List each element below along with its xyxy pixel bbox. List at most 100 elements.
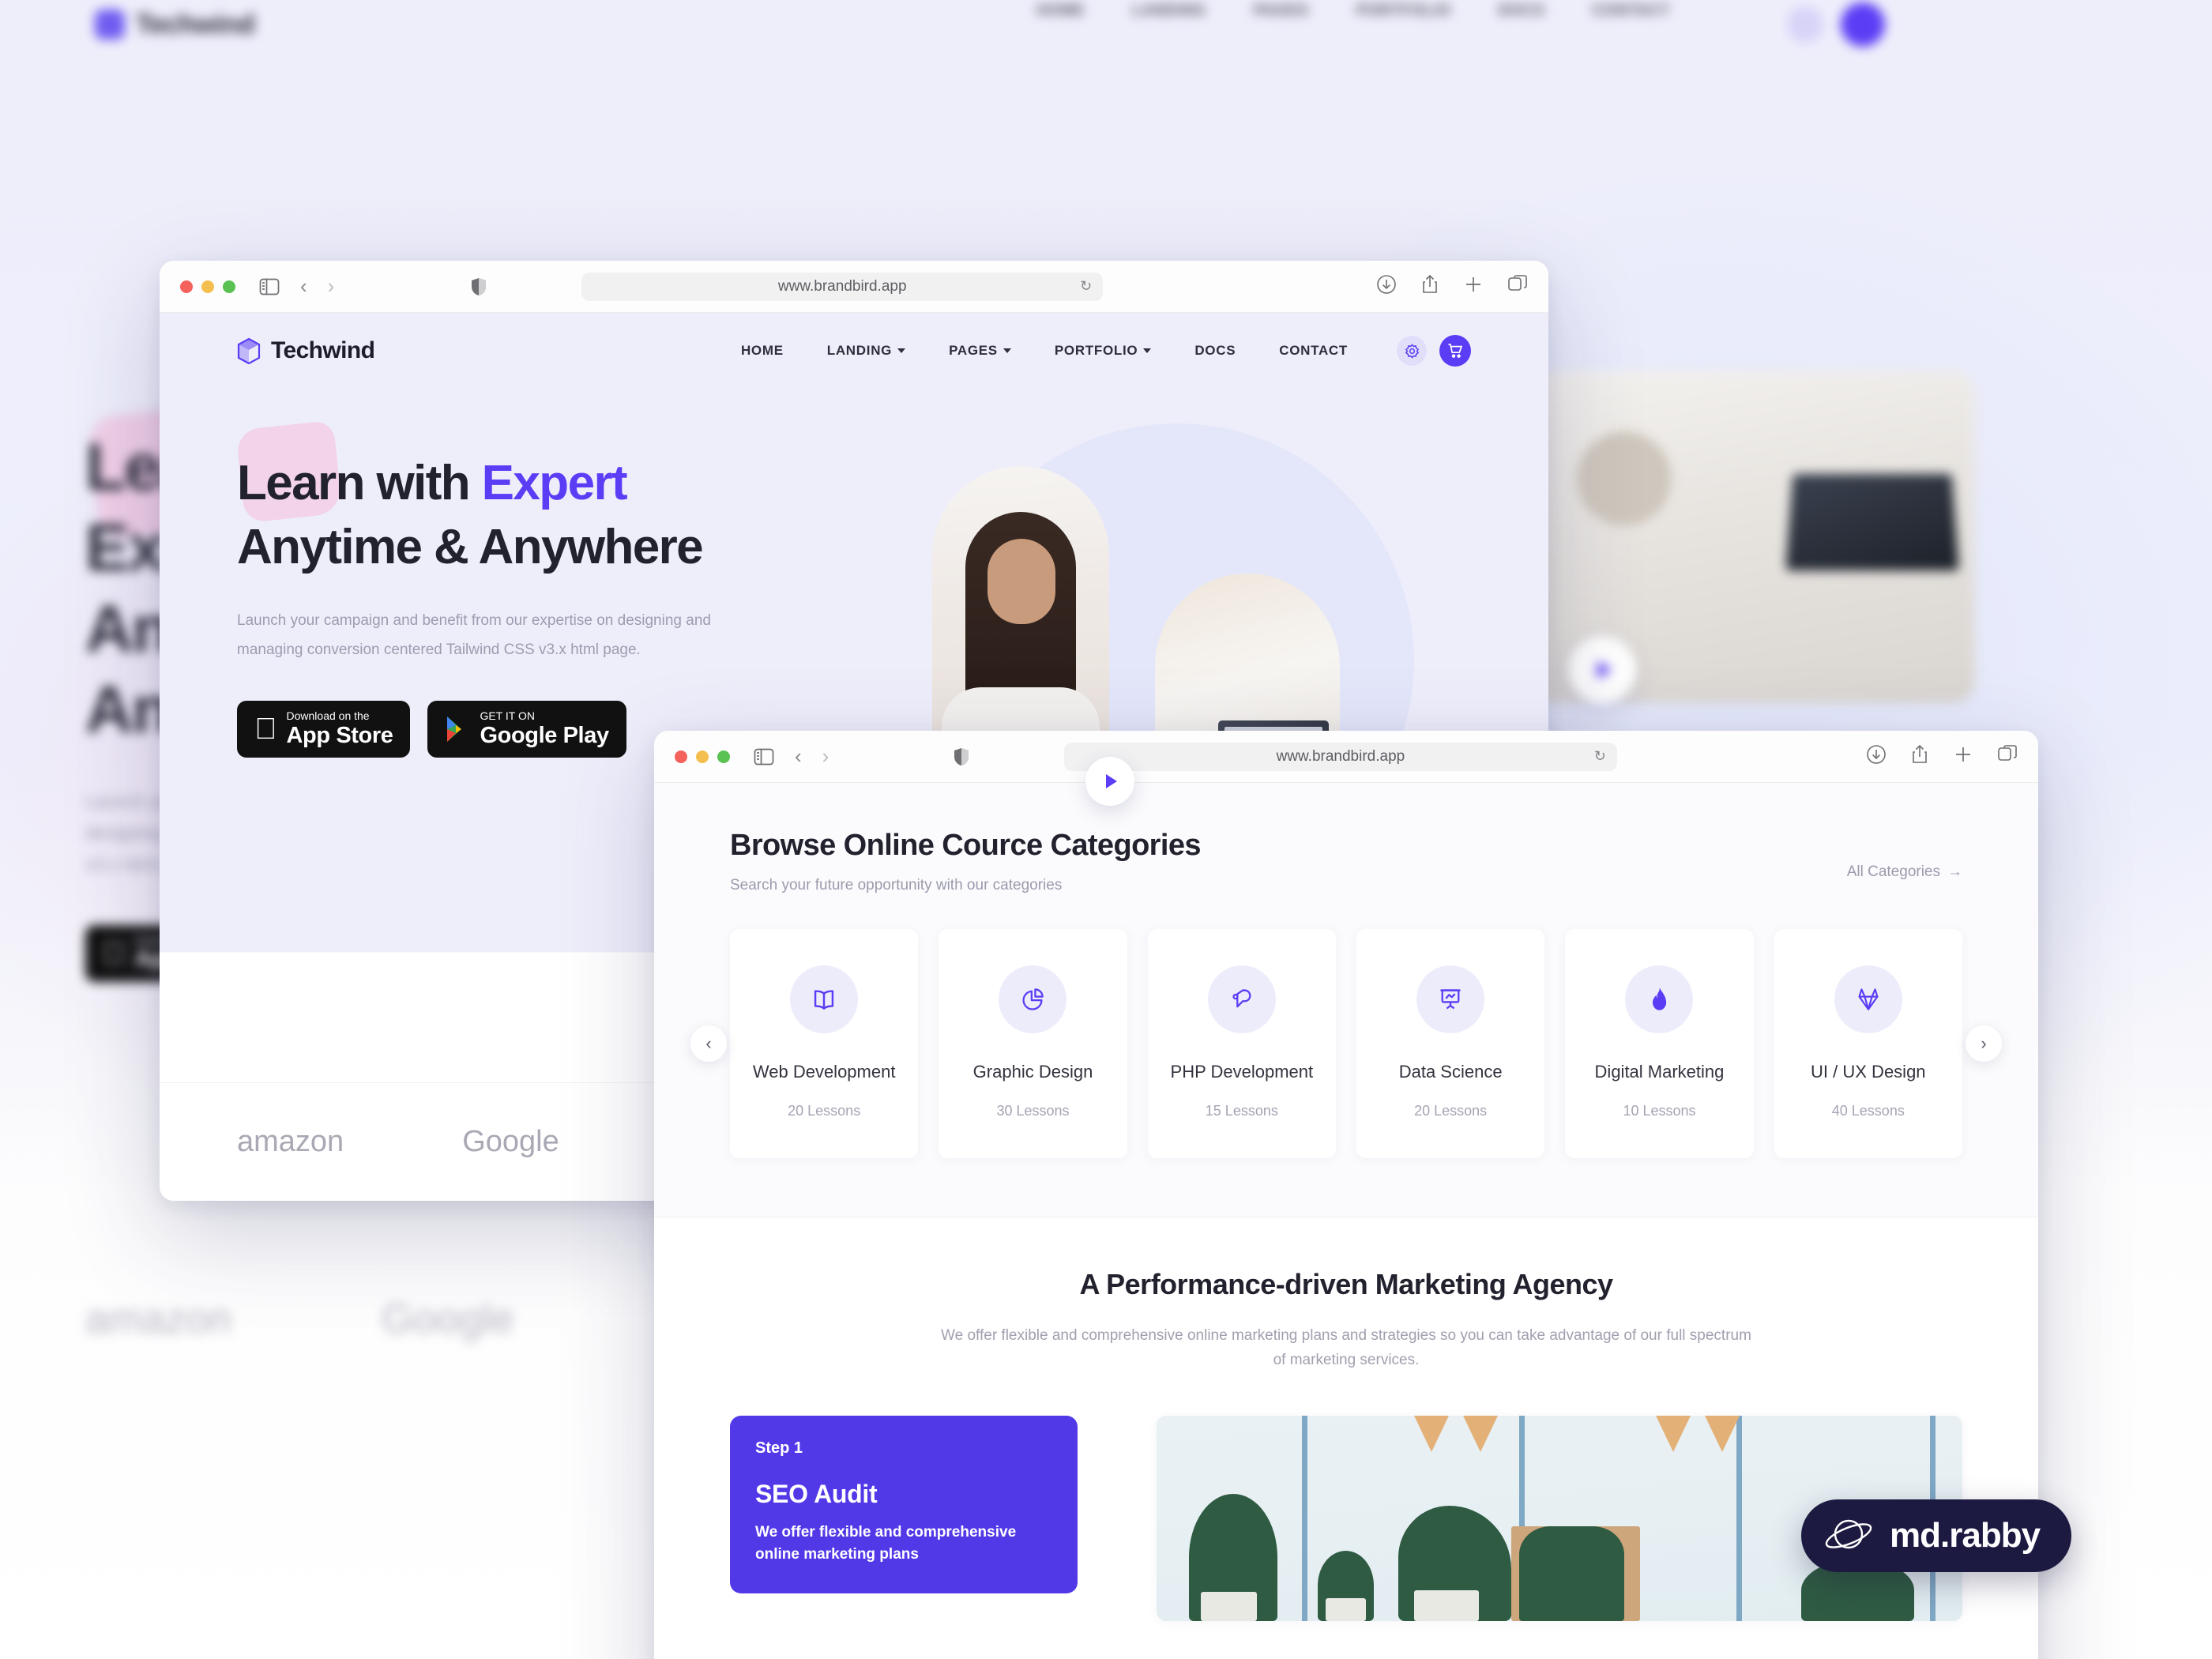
privacy-shield-icon[interactable] — [471, 277, 487, 296]
background-logo: Techwind — [95, 9, 255, 40]
appstore-button[interactable]:  Download on the App Store — [237, 701, 411, 758]
site-menu[interactable]: HOME LANDING PAGES PORTFOLIO DOCS CONTAC… — [741, 343, 1348, 359]
privacy-shield-icon[interactable] — [954, 747, 969, 766]
category-card-web-development[interactable]: Web Development 20 Lessons — [730, 929, 919, 1158]
download-icon[interactable] — [1866, 744, 1887, 769]
shopping-cart-icon[interactable] — [1439, 335, 1471, 367]
background-nav: HOME LANDING PAGES PORTFOLIO DOCS CONTAC… — [1036, 2, 1886, 47]
step-card-seo-audit[interactable]: Step 1 SEO Audit We offer flexible and c… — [730, 1415, 1078, 1593]
appstore-big-label: App Store — [264, 722, 393, 748]
gear-icon[interactable] — [1397, 336, 1427, 366]
nav-item-docs[interactable]: DOCS — [1194, 343, 1236, 359]
chevron-right-icon[interactable]: › — [822, 744, 830, 769]
site-actions[interactable] — [1397, 335, 1471, 367]
background-nav-actions — [1787, 2, 1886, 47]
nav-item-portfolio[interactable]: PORTFOLIO — [1055, 343, 1152, 359]
hero-title-line2: Anytime & Anywhere — [237, 519, 704, 574]
nav-item-pages[interactable]: PAGES — [949, 343, 1011, 359]
sidebar-icon[interactable] — [259, 277, 280, 296]
window2-url-text: www.brandbird.app — [1276, 747, 1405, 765]
background-gear-icon — [1787, 6, 1824, 43]
categories-subtitle: Search your future opportunity with our … — [730, 877, 1063, 893]
window2-nav-buttons[interactable]: ‹ › — [795, 744, 829, 769]
chevron-right-icon: › — [1981, 1033, 1987, 1053]
chevron-down-icon — [1143, 348, 1152, 353]
hero-title-part1: Learn with — [237, 456, 482, 510]
background-brand-label: Techwind — [136, 9, 255, 40]
background-cart-icon — [1841, 2, 1886, 47]
window2-address-bar[interactable]: www.brandbird.app ↻ — [1063, 742, 1617, 771]
plus-icon[interactable] — [1953, 744, 1973, 769]
reload-icon[interactable]: ↻ — [1594, 748, 1606, 765]
download-icon[interactable] — [1376, 274, 1397, 299]
play-icon[interactable] — [1085, 757, 1134, 806]
minimize-button[interactable] — [201, 280, 214, 293]
category-card-php-development[interactable]: PHP Development 15 Lessons — [1147, 929, 1336, 1158]
chevron-right-icon[interactable]: › — [328, 274, 335, 299]
chevron-down-icon — [1003, 348, 1011, 353]
brand-amazon: amazon — [237, 1125, 344, 1158]
hero-subtitle: Launch your campaign and benefit from ou… — [237, 612, 711, 659]
category-card-data-science[interactable]: Data Science 20 Lessons — [1356, 929, 1545, 1158]
chevron-down-icon — [897, 348, 906, 353]
carousel-next-button[interactable]: › — [1966, 1025, 2002, 1062]
share-icon[interactable] — [1420, 274, 1439, 299]
googleplay-big-label: Google Play — [457, 722, 609, 748]
performance-section: A Performance-driven Marketing Agency We… — [654, 1217, 2038, 1659]
categories-section: Browse Online Cource Categories Search y… — [654, 783, 2038, 1158]
maximize-button[interactable] — [223, 280, 235, 293]
window1-nav-buttons[interactable]: ‹ › — [300, 274, 334, 299]
code-branch-icon — [1207, 965, 1276, 1033]
category-lessons: 20 Lessons — [788, 1103, 861, 1119]
close-button[interactable] — [180, 280, 193, 293]
category-card-digital-marketing[interactable]: Digital Marketing 10 Lessons — [1565, 929, 1754, 1158]
nav-item-landing[interactable]: LANDING — [827, 343, 906, 359]
tab-overview-icon[interactable] — [1997, 744, 2018, 769]
site-logo[interactable]: Techwind — [237, 337, 375, 364]
category-lessons: 40 Lessons — [1831, 1103, 1905, 1119]
background-nav-item: PAGES — [1253, 2, 1309, 19]
background-nav-item: DOCS — [1498, 2, 1545, 19]
site-navbar[interactable]: Techwind HOME LANDING PAGES PORTFOLIO DO… — [160, 313, 1548, 389]
performance-body: Step 1 SEO Audit We offer flexible and c… — [730, 1415, 1962, 1621]
category-lessons: 20 Lessons — [1414, 1103, 1488, 1119]
category-lessons: 10 Lessons — [1623, 1103, 1696, 1119]
window1-toolbar-right[interactable] — [1376, 274, 1528, 299]
category-name: Digital Marketing — [1594, 1062, 1725, 1082]
tab-overview-icon[interactable] — [1507, 274, 1528, 299]
category-name: PHP Development — [1170, 1062, 1314, 1082]
carousel-prev-button[interactable]: ‹ — [690, 1025, 727, 1062]
window1-address-bar[interactable]: www.brandbird.app ↻ — [581, 272, 1104, 301]
googleplay-button[interactable]: GET IT ON Google Play — [427, 701, 626, 758]
apple-icon:  — [103, 939, 126, 969]
background-brand-row: amazon Google — [85, 1296, 733, 1343]
window2-titlebar[interactable]: ‹ › www.brandbird.app ↻ — [654, 731, 2038, 783]
background-topbar: Techwind HOME LANDING PAGES PORTFOLIO DO… — [0, 0, 2212, 49]
window2-toolbar-right[interactable] — [1866, 744, 2018, 769]
techwind-logo-icon — [237, 337, 261, 364]
arrow-right-icon: → — [1947, 863, 1962, 880]
all-categories-link[interactable]: All Categories → — [1847, 863, 1962, 881]
window1-titlebar[interactable]: ‹ › www.brandbird.app ↻ — [160, 261, 1548, 313]
category-card-ui-ux-design[interactable]: UI / UX Design 40 Lessons — [1774, 929, 1962, 1158]
category-card-list: ‹ Web Development 20 Lessons Graphic Des… — [690, 929, 2002, 1158]
background-brand-amazon: amazon — [85, 1296, 231, 1342]
category-card-graphic-design[interactable]: Graphic Design 30 Lessons — [939, 929, 1127, 1158]
step-text: We offer flexible and comprehensive onli… — [755, 1523, 1017, 1563]
window1-traffic-lights[interactable] — [180, 280, 235, 293]
plus-icon[interactable] — [1463, 274, 1484, 299]
googleplay-small-label: GET IT ON — [457, 709, 535, 723]
chevron-left-icon[interactable]: ‹ — [795, 744, 802, 769]
apple-icon:  — [254, 714, 277, 744]
performance-title: A Performance-driven Marketing Agency — [1079, 1268, 1613, 1300]
share-icon[interactable] — [1910, 744, 1929, 769]
techwind-logo-icon — [95, 9, 125, 40]
hero-store-buttons[interactable]:  Download on the App Store — [237, 701, 758, 758]
chevron-left-icon[interactable]: ‹ — [300, 274, 307, 299]
nav-item-contact[interactable]: CONTACT — [1279, 343, 1348, 359]
nav-item-home[interactable]: HOME — [741, 343, 784, 359]
step-list: Step 1 SEO Audit We offer flexible and c… — [730, 1415, 1078, 1621]
step-number: Step 1 — [755, 1439, 803, 1457]
reload-icon[interactable]: ↻ — [1080, 278, 1092, 295]
planet-icon — [1825, 1519, 1872, 1549]
